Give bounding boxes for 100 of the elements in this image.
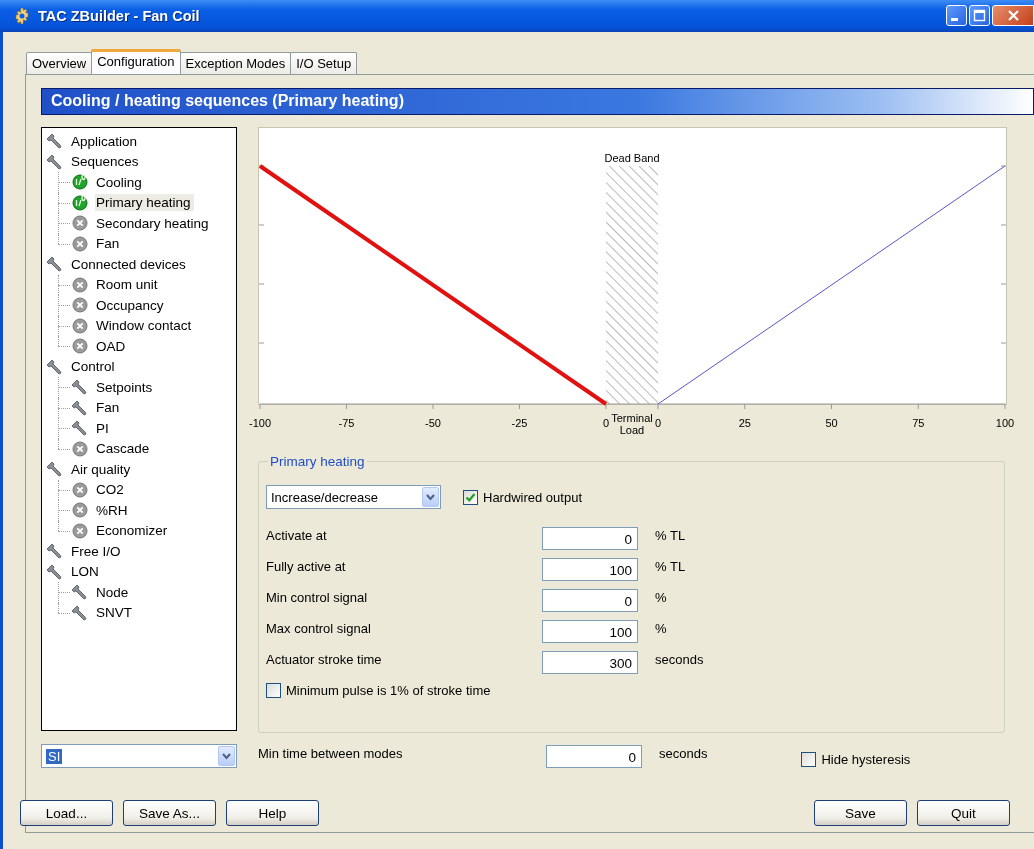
- dialog-button[interactable]: Save: [814, 800, 907, 826]
- cross-circle-icon: [72, 276, 88, 293]
- minimize-button[interactable]: [946, 5, 967, 26]
- checkbox-label: Hardwired output: [483, 489, 582, 505]
- tree-item[interactable]: SNVT: [95, 604, 135, 622]
- input-field[interactable]: 100: [542, 558, 638, 581]
- close-icon: [1006, 9, 1020, 22]
- input-field[interactable]: 0: [542, 527, 638, 550]
- mode-dropdown[interactable]: Increase/decrease: [266, 485, 441, 509]
- checkbox[interactable]: [801, 751, 817, 767]
- tree-item[interactable]: Sequences: [70, 153, 142, 171]
- tree-item[interactable]: LON: [70, 563, 102, 581]
- tab[interactable]: Configuration: [91, 49, 181, 74]
- cross-circle-icon: [72, 297, 88, 314]
- axis-tick-label: -100: [249, 417, 271, 429]
- cross-circle-icon: [72, 481, 88, 498]
- input-field[interactable]: 100: [542, 620, 638, 643]
- wrench-icon: [72, 584, 88, 601]
- tree-item[interactable]: Fan: [95, 235, 123, 253]
- wrench-icon: [47, 358, 63, 375]
- input-field[interactable]: 0: [542, 589, 638, 612]
- wrench-icon: [72, 379, 88, 396]
- tree-item[interactable]: OAD: [95, 337, 129, 355]
- dialog-button[interactable]: Quit: [917, 800, 1010, 826]
- tab[interactable]: Overview: [26, 52, 93, 74]
- tree-item[interactable]: Fan: [95, 399, 123, 417]
- tree-item[interactable]: Setpoints: [95, 378, 156, 396]
- cross-circle-icon: [72, 338, 88, 355]
- tree-item[interactable]: Connected devices: [70, 255, 189, 273]
- checkbox-label: Minimum pulse is 1% of stroke time: [286, 683, 491, 698]
- tree-item[interactable]: Primary heating: [95, 194, 194, 212]
- cross-circle-icon: [72, 502, 88, 519]
- unit-label: % TL: [655, 527, 687, 543]
- status-circle-icon: [72, 194, 88, 211]
- axis-tick-label: 100: [995, 417, 1015, 429]
- group-title: Primary heating: [269, 454, 366, 469]
- axis-tick-label: -50: [425, 417, 441, 429]
- cross-circle-icon: [72, 235, 88, 252]
- tree-item[interactable]: PI: [95, 419, 112, 437]
- unit-label: seconds: [655, 651, 705, 667]
- close-button[interactable]: [992, 5, 1034, 26]
- axis-tick-label: -25: [511, 417, 528, 429]
- tab[interactable]: Exception Modes: [179, 52, 292, 74]
- axis-tick-label: 50: [825, 417, 838, 429]
- dead-band-label: Dead Band: [604, 152, 660, 164]
- tree-item[interactable]: Window contact: [95, 317, 195, 335]
- tree-item[interactable]: Node: [95, 583, 132, 601]
- input-field[interactable]: 300: [542, 651, 638, 674]
- axis-tick-label: -75: [338, 417, 355, 429]
- tab[interactable]: I/O Setup: [290, 52, 358, 74]
- dialog-button[interactable]: Help: [226, 800, 319, 826]
- maximize-button[interactable]: [969, 5, 990, 26]
- section-header: Cooling / heating sequences (Primary heating): [41, 88, 1034, 115]
- tree-item[interactable]: Economizer: [95, 522, 171, 540]
- wrench-icon: [72, 604, 88, 621]
- tree-item[interactable]: Cascade: [95, 440, 153, 458]
- window-title: TAC ZBuilder - Fan Coil: [38, 8, 200, 24]
- terminal-load-label: Terminal Load: [611, 412, 653, 436]
- tree-item[interactable]: %RH: [95, 501, 131, 519]
- field-label: Max control signal: [266, 620, 372, 636]
- axis-tick-label: 0: [655, 417, 662, 429]
- field-label: Activate at: [266, 527, 328, 543]
- wrench-icon: [47, 133, 63, 150]
- wrench-icon: [47, 543, 63, 560]
- cross-circle-icon: [72, 317, 88, 334]
- unit-label: seconds: [659, 745, 708, 761]
- cross-circle-icon: [72, 522, 88, 539]
- status-circle-icon: [72, 174, 88, 191]
- gear-icon: [14, 8, 30, 24]
- axis-tick-label: 75: [912, 417, 925, 429]
- tree-item[interactable]: Secondary heating: [95, 214, 212, 232]
- checkbox[interactable]: [266, 683, 281, 698]
- unit-label: %: [655, 589, 668, 605]
- tree-item[interactable]: CO2: [95, 481, 127, 499]
- wrench-icon: [47, 256, 63, 273]
- axis-tick-label: 0: [602, 417, 609, 429]
- field-label: Min time between modes: [258, 745, 404, 761]
- tree-item[interactable]: Cooling: [95, 173, 145, 191]
- tree-item[interactable]: Free I/O: [70, 542, 124, 560]
- tree-item[interactable]: Application: [70, 132, 141, 150]
- field-label: Actuator stroke time: [266, 651, 383, 667]
- field-label: Min control signal: [266, 589, 369, 605]
- maximize-icon: [973, 9, 986, 22]
- tree-item[interactable]: Air quality: [70, 460, 134, 478]
- checkbox-label: Hide hysteresis: [821, 751, 911, 767]
- dialog-button[interactable]: Save As...: [123, 800, 216, 826]
- field-label: Fully active at: [266, 558, 347, 574]
- tree-item[interactable]: Room unit: [95, 276, 161, 294]
- input-field[interactable]: 0: [546, 744, 642, 768]
- tree-item[interactable]: Control: [70, 358, 118, 376]
- minimize-icon: [951, 18, 958, 21]
- wrench-icon: [47, 153, 63, 170]
- tree-item[interactable]: Occupancy: [95, 296, 167, 314]
- cross-circle-icon: [72, 215, 88, 232]
- unit-label: % TL: [655, 558, 687, 574]
- dialog-button[interactable]: Load...: [20, 800, 113, 826]
- checkbox[interactable]: [463, 489, 478, 505]
- units-dropdown[interactable]: SI: [41, 744, 237, 768]
- wrench-icon: [47, 461, 63, 478]
- unit-label: %: [655, 620, 668, 636]
